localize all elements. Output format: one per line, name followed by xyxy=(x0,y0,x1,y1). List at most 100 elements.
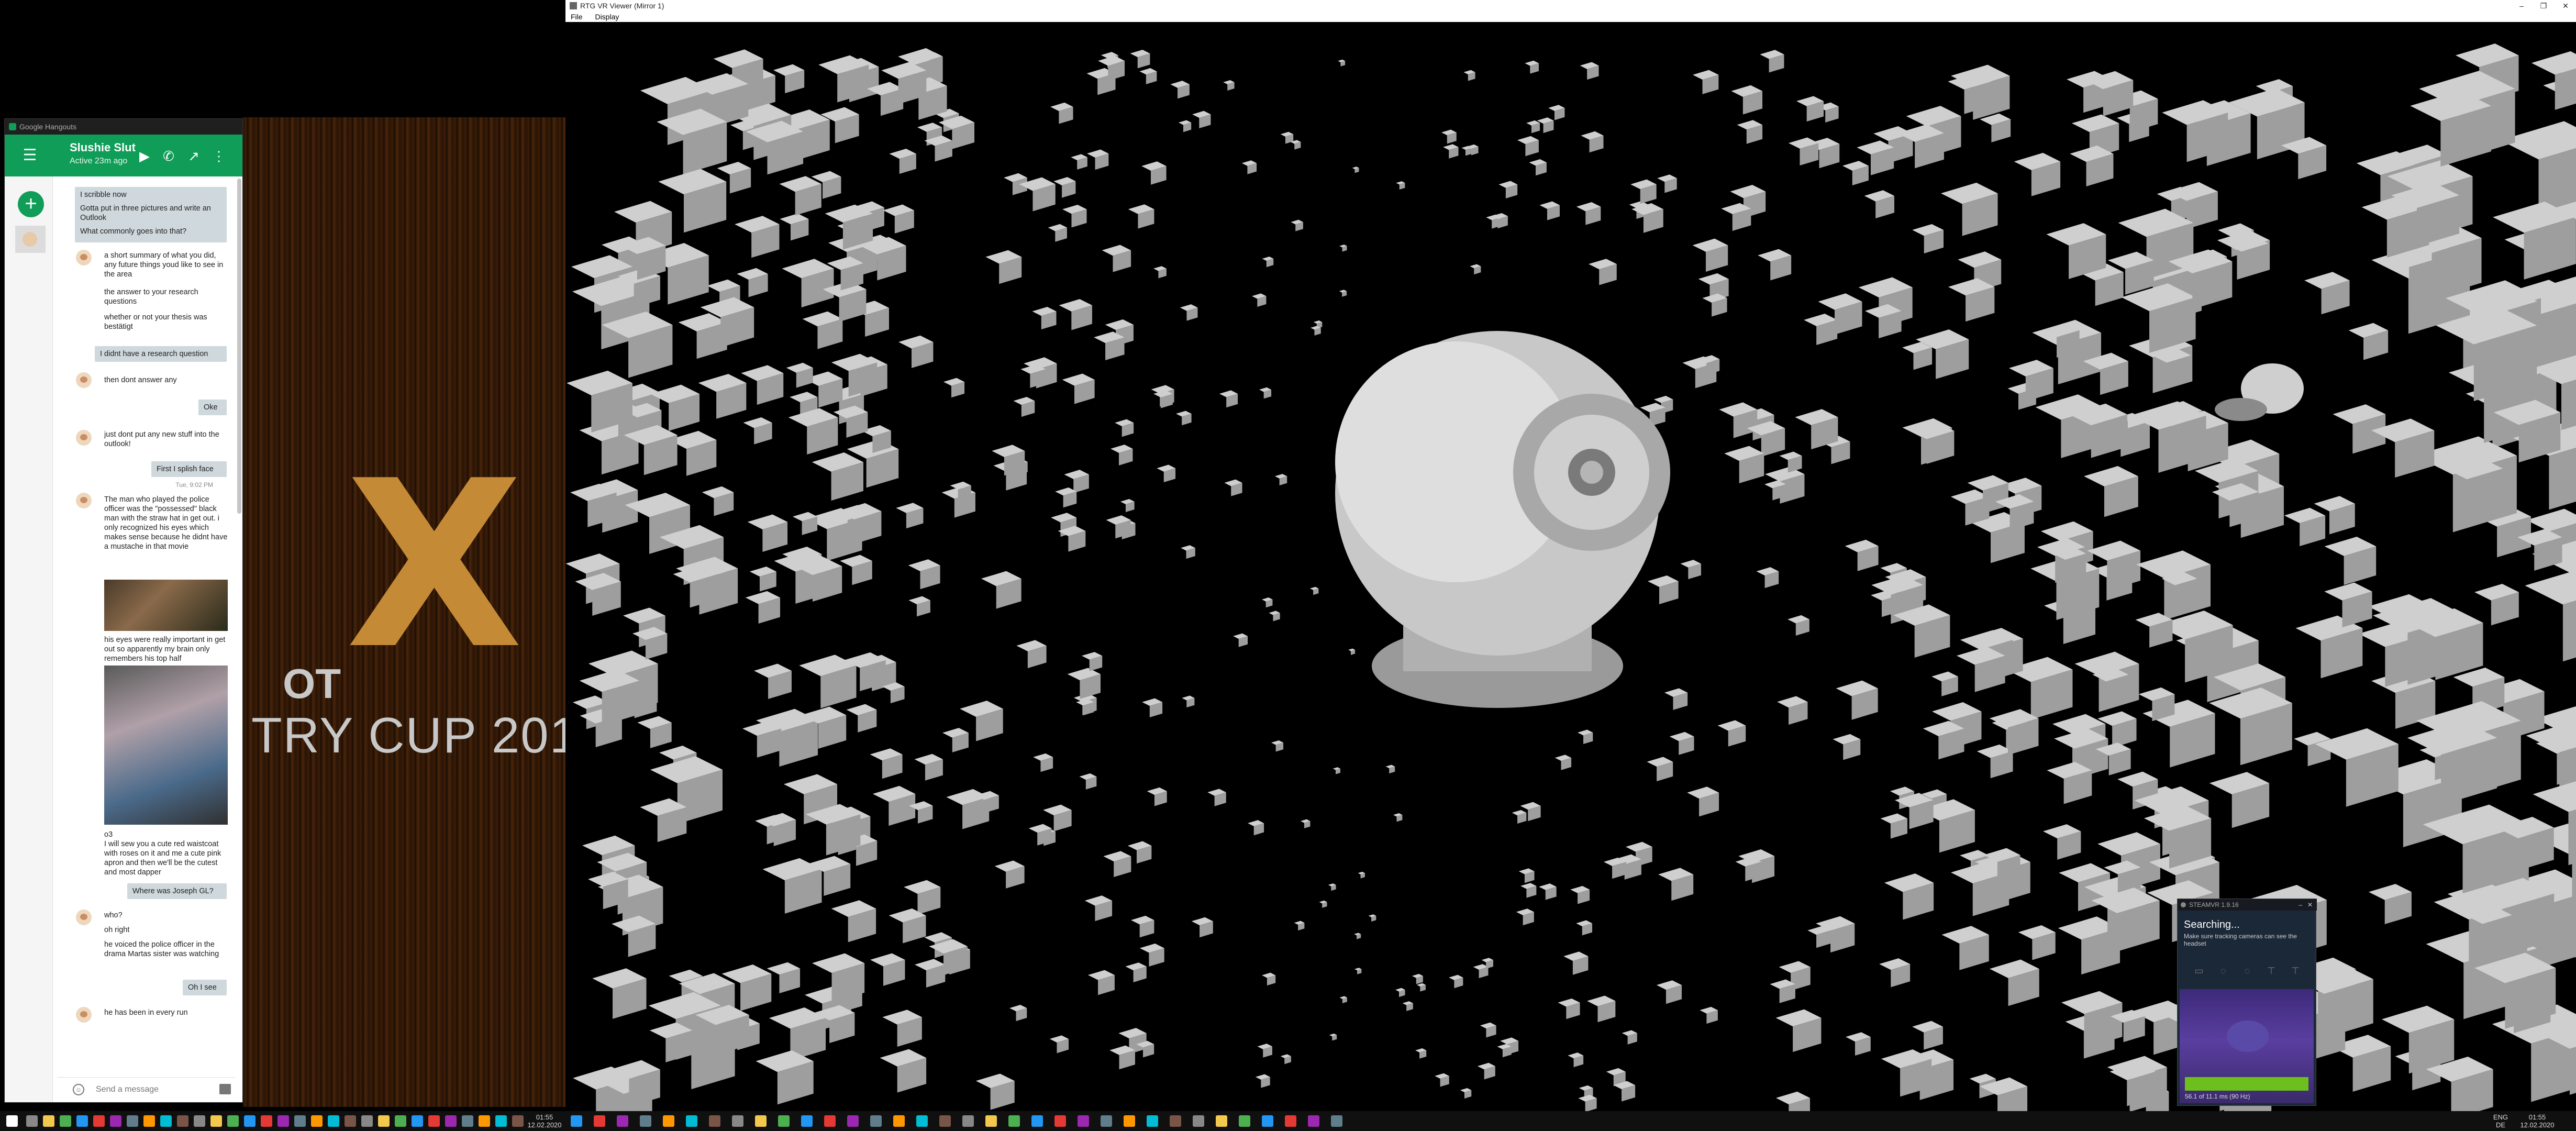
steamvr-titlebar[interactable]: STEAMVR 1.9.16 ✕ – xyxy=(2178,899,2317,911)
taskbar-app-icon[interactable] xyxy=(1193,1115,1204,1127)
message-composer: ☺ xyxy=(57,1077,235,1102)
hangouts-window-title: Google Hangouts xyxy=(19,123,76,131)
taskbar-app-icon[interactable] xyxy=(1124,1115,1135,1127)
taskbar-app-icon[interactable] xyxy=(1216,1115,1227,1127)
taskbar-app-icon[interactable] xyxy=(177,1115,188,1127)
taskbar-app-icon[interactable] xyxy=(778,1115,790,1127)
contact-avatar xyxy=(76,1007,92,1023)
taskbar-app-icon[interactable] xyxy=(76,1115,88,1127)
taskbar-app-icon[interactable] xyxy=(1170,1115,1181,1127)
taskbar-app-icon[interactable] xyxy=(1031,1115,1043,1127)
taskbar-app-icon[interactable] xyxy=(60,1115,71,1127)
taskbar-app-icon[interactable] xyxy=(1078,1115,1089,1127)
taskbar-app-icon[interactable] xyxy=(571,1115,582,1127)
emoji-icon[interactable]: ☺ xyxy=(73,1084,84,1095)
taskbar-app-icon[interactable] xyxy=(210,1115,222,1127)
taskbar-app-icon[interactable] xyxy=(939,1115,951,1127)
taskbar-app-icon[interactable] xyxy=(870,1115,882,1127)
taskbar-app-icon[interactable] xyxy=(1285,1115,1296,1127)
menu-file[interactable]: File xyxy=(565,12,588,22)
taskbar-app-icon[interactable] xyxy=(445,1115,457,1127)
message-input[interactable] xyxy=(96,1082,211,1097)
taskbar-app-icon[interactable] xyxy=(479,1115,490,1127)
taskbar-app-icon[interactable] xyxy=(412,1115,423,1127)
new-conversation-button[interactable]: + xyxy=(18,191,44,217)
taskbar-app-icon[interactable] xyxy=(801,1115,813,1127)
minimize-button[interactable]: – xyxy=(2511,0,2532,12)
base-station-icon: ⊤ xyxy=(2267,966,2275,976)
taskbar-app-icon[interactable] xyxy=(617,1115,628,1127)
taskbar-app-icon[interactable] xyxy=(594,1115,605,1127)
taskbar-app-icon[interactable] xyxy=(143,1115,155,1127)
taskbar-app-icon[interactable] xyxy=(26,1115,38,1127)
hangouts-titlebar[interactable]: Google Hangouts xyxy=(5,119,242,135)
minimize-icon[interactable]: – xyxy=(2299,899,2302,911)
taskbar-app-icon[interactable] xyxy=(277,1115,289,1127)
taskbar-app-icon[interactable] xyxy=(962,1115,974,1127)
taskbar-app-icon[interactable] xyxy=(916,1115,928,1127)
taskbar-app-icon[interactable] xyxy=(227,1115,239,1127)
taskbar-app-icon[interactable] xyxy=(328,1115,339,1127)
taskbar-app-icon[interactable] xyxy=(1239,1115,1250,1127)
taskbar-app-icon[interactable] xyxy=(378,1115,390,1127)
taskbar-app-icon[interactable] xyxy=(686,1115,697,1127)
taskbar-app-icon[interactable] xyxy=(732,1115,743,1127)
taskbar-app-icon[interactable] xyxy=(462,1115,473,1127)
popout-icon[interactable]: ↗ xyxy=(185,147,203,165)
close-button[interactable]: ✕ xyxy=(2555,0,2576,12)
image-icon[interactable] xyxy=(219,1084,231,1094)
taskbar-app-icon[interactable] xyxy=(428,1115,440,1127)
vr-viewer-titlebar[interactable]: RTG VR Viewer (Mirror 1) – ❐ ✕ xyxy=(565,0,2576,12)
taskbar-app-icon[interactable] xyxy=(261,1115,272,1127)
taskbar-app-icon[interactable] xyxy=(43,1115,54,1127)
contact-avatar xyxy=(76,910,92,925)
attached-image[interactable] xyxy=(104,580,228,631)
taskbar-app-icon[interactable] xyxy=(127,1115,138,1127)
taskbar-app-icon[interactable] xyxy=(1101,1115,1112,1127)
taskbar-app-icon[interactable] xyxy=(640,1115,651,1127)
taskbar-app-icon[interactable] xyxy=(709,1115,720,1127)
start-icon[interactable] xyxy=(6,1115,18,1127)
taskbar-app-icon[interactable] xyxy=(1308,1115,1319,1127)
menu-display[interactable]: Display xyxy=(590,12,624,22)
left-monitor-clock[interactable]: 01:55 12.02.2020 xyxy=(524,1113,565,1129)
video-call-icon[interactable]: ▶ xyxy=(136,147,153,165)
conversation-avatar[interactable] xyxy=(15,226,46,253)
taskbar-app-icon[interactable] xyxy=(294,1115,306,1127)
desktop: X OT TRY CUP 2019 Google Hangouts ☰ Slus… xyxy=(0,0,2576,1131)
taskbar-app-icon[interactable] xyxy=(1147,1115,1158,1127)
taskbar-app-icon[interactable] xyxy=(345,1115,356,1127)
controller-icon: ◌ xyxy=(2220,966,2226,976)
taskbar-app-icon[interactable] xyxy=(1262,1115,1273,1127)
taskbar-app-icon[interactable] xyxy=(1008,1115,1020,1127)
clock[interactable]: 01:55 12.02.2020 xyxy=(2516,1113,2558,1129)
taskbar-app-icon[interactable] xyxy=(194,1115,205,1127)
close-icon[interactable]: ✕ xyxy=(2307,899,2313,911)
taskbar-app-icon[interactable] xyxy=(110,1115,121,1127)
taskbar-app-icon[interactable] xyxy=(755,1115,767,1127)
attached-image[interactable] xyxy=(104,666,228,825)
taskbar-app-icon[interactable] xyxy=(244,1115,256,1127)
taskbar-app-icon[interactable] xyxy=(93,1115,105,1127)
taskbar-app-icon[interactable] xyxy=(1054,1115,1066,1127)
taskbar-app-icon[interactable] xyxy=(311,1115,323,1127)
hangouts-window: Google Hangouts ☰ Slushie Slut Active 23… xyxy=(4,118,243,1103)
maximize-button[interactable]: ❐ xyxy=(2533,0,2554,12)
taskbar-app-icon[interactable] xyxy=(395,1115,406,1127)
taskbar-app-icon[interactable] xyxy=(495,1115,507,1127)
taskbar-app-icon[interactable] xyxy=(512,1115,524,1127)
chat-scrollbar[interactable] xyxy=(237,179,241,514)
taskbar-app-icon[interactable] xyxy=(824,1115,836,1127)
taskbar-app-icon[interactable] xyxy=(1331,1115,1342,1127)
contact-avatar xyxy=(76,430,92,446)
more-vert-icon[interactable]: ⋮ xyxy=(210,147,228,165)
language-indicator[interactable]: ENG DE xyxy=(2490,1113,2511,1129)
taskbar-app-icon[interactable] xyxy=(663,1115,674,1127)
taskbar-app-icon[interactable] xyxy=(893,1115,905,1127)
menu-icon[interactable]: ☰ xyxy=(20,146,39,165)
taskbar-app-icon[interactable] xyxy=(160,1115,172,1127)
taskbar-app-icon[interactable] xyxy=(847,1115,859,1127)
taskbar-app-icon[interactable] xyxy=(985,1115,997,1127)
taskbar-app-icon[interactable] xyxy=(361,1115,373,1127)
phone-icon[interactable]: ✆ xyxy=(160,147,177,165)
